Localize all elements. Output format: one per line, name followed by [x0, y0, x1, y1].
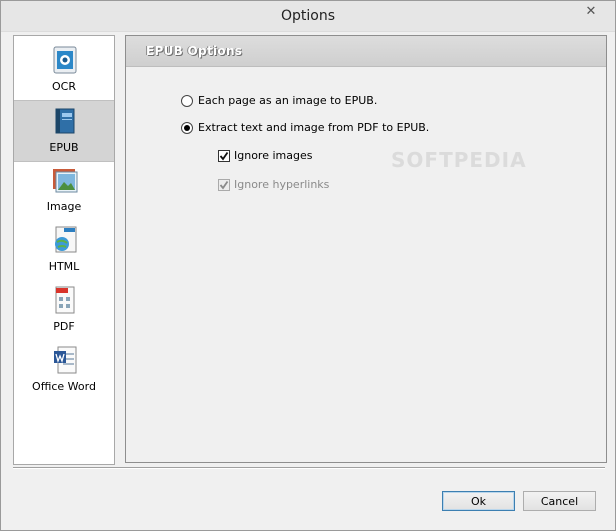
radio-button[interactable] — [181, 121, 193, 134]
options-dialog: Options ✕ OCR EPUB Image HTML PDF Office… — [0, 0, 616, 531]
radio-extract-text-image[interactable]: Extract text and image from PDF to EPUB. — [181, 121, 429, 134]
sidebar-item-label: PDF — [53, 320, 75, 333]
sidebar-item-epub[interactable]: EPUB — [14, 100, 114, 162]
word-document-icon — [54, 346, 77, 374]
checkbox-label: Ignore hyperlinks — [234, 178, 330, 191]
checkbox[interactable] — [218, 149, 230, 162]
sidebar-item-label: Image — [46, 200, 82, 213]
close-button[interactable]: ✕ — [569, 1, 613, 23]
radio-button[interactable] — [181, 94, 193, 107]
epub-book-icon — [55, 108, 75, 134]
options-panel: EPUB Options SOFTPEDIA Each page as an i… — [125, 35, 607, 463]
checkmark-icon — [219, 180, 229, 189]
checkbox-ignore-images[interactable]: Ignore images — [218, 149, 312, 162]
checkbox-ignore-hyperlinks[interactable]: Ignore hyperlinks — [218, 178, 329, 191]
sidebar-item-ocr[interactable]: OCR — [14, 40, 114, 100]
sidebar-item-html[interactable]: HTML — [14, 220, 114, 280]
sidebar-item-image[interactable]: Image — [14, 160, 114, 220]
divider — [13, 467, 605, 469]
sidebar-item-office-word[interactable]: Office Word — [14, 340, 114, 400]
checkbox-label: Ignore images — [234, 149, 313, 162]
radio-each-page-image[interactable]: Each page as an image to EPUB. — [181, 94, 377, 107]
category-sidebar: OCR EPUB Image HTML PDF Office Word — [13, 35, 115, 465]
radio-label: Extract text and image from PDF to EPUB. — [198, 121, 430, 134]
panel-header: EPUB Options — [126, 36, 606, 67]
sidebar-item-pdf[interactable]: PDF — [14, 280, 114, 340]
html-globe-icon — [55, 226, 77, 253]
ok-button[interactable]: Ok — [442, 491, 515, 511]
sidebar-item-label: HTML — [48, 260, 80, 273]
ocr-icon — [53, 46, 77, 74]
close-icon: ✕ — [585, 4, 597, 19]
panel-title: EPUB Options — [146, 44, 243, 58]
image-icon — [53, 169, 78, 193]
checkbox[interactable] — [218, 178, 230, 191]
radio-label: Each page as an image to EPUB. — [198, 94, 378, 107]
title-bar: Options ✕ — [1, 1, 615, 32]
window-title: Options — [280, 8, 336, 24]
checkmark-icon — [219, 151, 229, 160]
sidebar-item-label: Office Word — [32, 380, 96, 393]
sidebar-item-label: OCR — [52, 80, 76, 93]
sidebar-item-label: EPUB — [49, 141, 79, 154]
cancel-button[interactable]: Cancel — [523, 491, 596, 511]
watermark: SOFTPEDIA — [391, 148, 527, 172]
pdf-icon — [55, 286, 75, 314]
